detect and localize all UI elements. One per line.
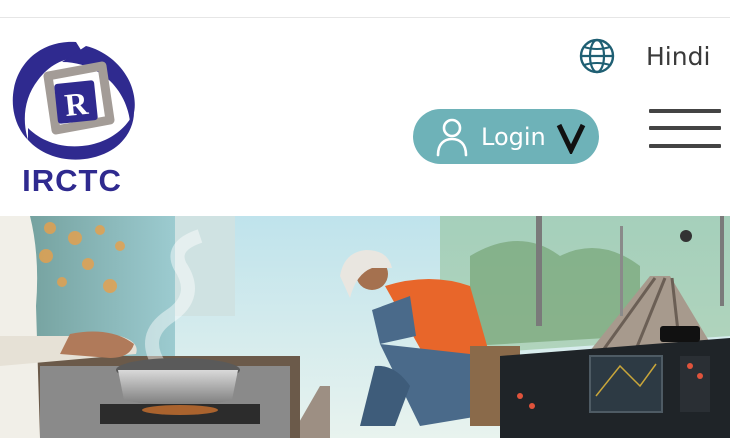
hamburger-menu-icon[interactable]: [649, 107, 721, 149]
chevron-down-icon: [556, 123, 586, 154]
user-icon: [436, 118, 468, 156]
login-label: Login: [481, 122, 546, 151]
language-switch[interactable]: Hindi: [578, 36, 710, 76]
hero-illustration: [0, 216, 730, 438]
top-divider: [0, 17, 730, 18]
irctc-emblem-icon: R: [12, 41, 135, 160]
login-button[interactable]: Login: [413, 109, 599, 164]
language-label: Hindi: [646, 41, 711, 71]
logo-wordmark: IRCTC: [22, 163, 122, 198]
globe-icon: [579, 38, 615, 74]
hero-banner-image[interactable]: [0, 216, 730, 438]
svg-text:R: R: [63, 85, 91, 123]
